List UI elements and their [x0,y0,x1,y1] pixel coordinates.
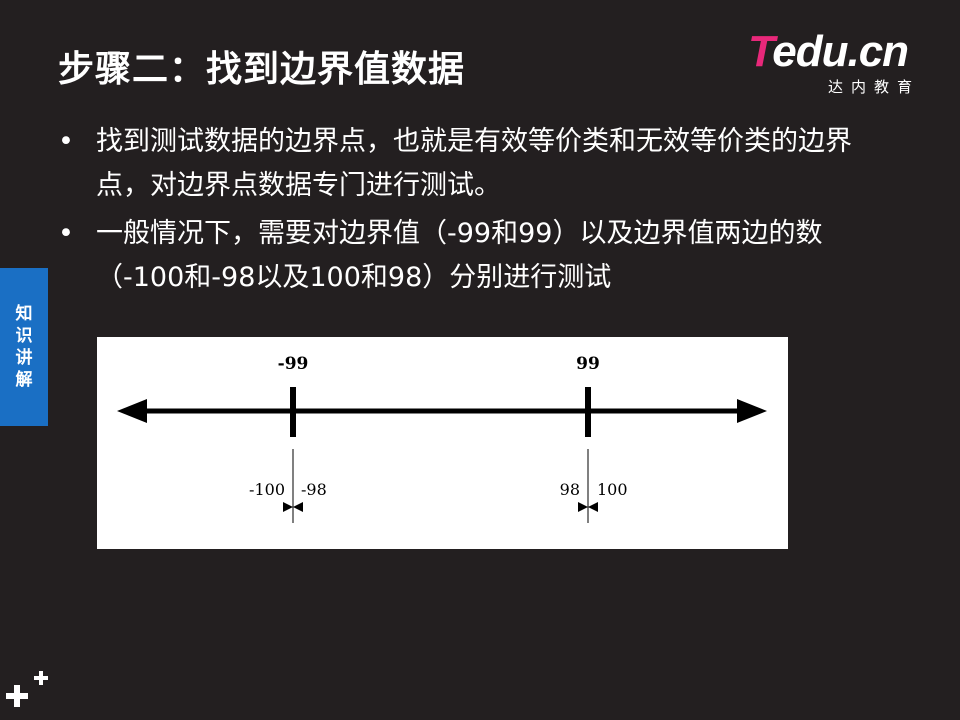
side-tab-char: 知 [15,304,33,324]
bullet-item: • 找到测试数据的边界点，也就是有效等价类和无效等价类的边界点，对边界点数据专门… [58,120,878,208]
bullet-text: 找到测试数据的边界点，也就是有效等价类和无效等价类的边界点，对边界点数据专门进行… [96,126,852,201]
left-inside-label: -98 [301,480,327,499]
right-outside-label: 100 [597,480,628,499]
tedu-logo: Tedu.cn 达内教育 [748,28,938,100]
right-pointer-right [588,502,598,512]
plus-icon [6,670,54,720]
bullet-item: • 一般情况下，需要对边界值（-99和99）以及边界值两边的数（-100和-98… [58,212,878,300]
right-boundary-label: 99 [576,354,600,374]
slide-title: 步骤二：找到边界值数据 [58,49,466,90]
bullet-text: 一般情况下，需要对边界值（-99和99）以及边界值两边的数（-100和-98以及… [96,218,823,293]
number-line-svg: -99 99 -100 -98 98 100 [117,354,767,523]
left-outside-label: -100 [249,480,285,499]
bullet-marker: • [58,218,74,249]
bullet-marker: • [58,126,74,157]
side-tab-char: 讲 [15,348,33,368]
left-pointer-right [293,502,303,512]
logo-wordmark: Tedu.cn [748,27,909,76]
right-pointer-left [578,502,588,512]
right-arrowhead [737,399,767,423]
side-tab-char: 解 [15,370,33,390]
logo-chinese: 达内教育 [828,78,921,96]
bullet-list: • 找到测试数据的边界点，也就是有效等价类和无效等价类的边界点，对边界点数据专门… [58,120,878,304]
left-arrowhead [117,399,147,423]
left-boundary-label: -99 [278,354,309,374]
number-line-figure: -99 99 -100 -98 98 100 [97,337,788,549]
left-pointer-left [283,502,293,512]
side-tab-char: 识 [15,326,33,346]
right-inside-label: 98 [560,480,580,499]
side-tab-knowledge: 知 识 讲 解 [0,268,48,426]
